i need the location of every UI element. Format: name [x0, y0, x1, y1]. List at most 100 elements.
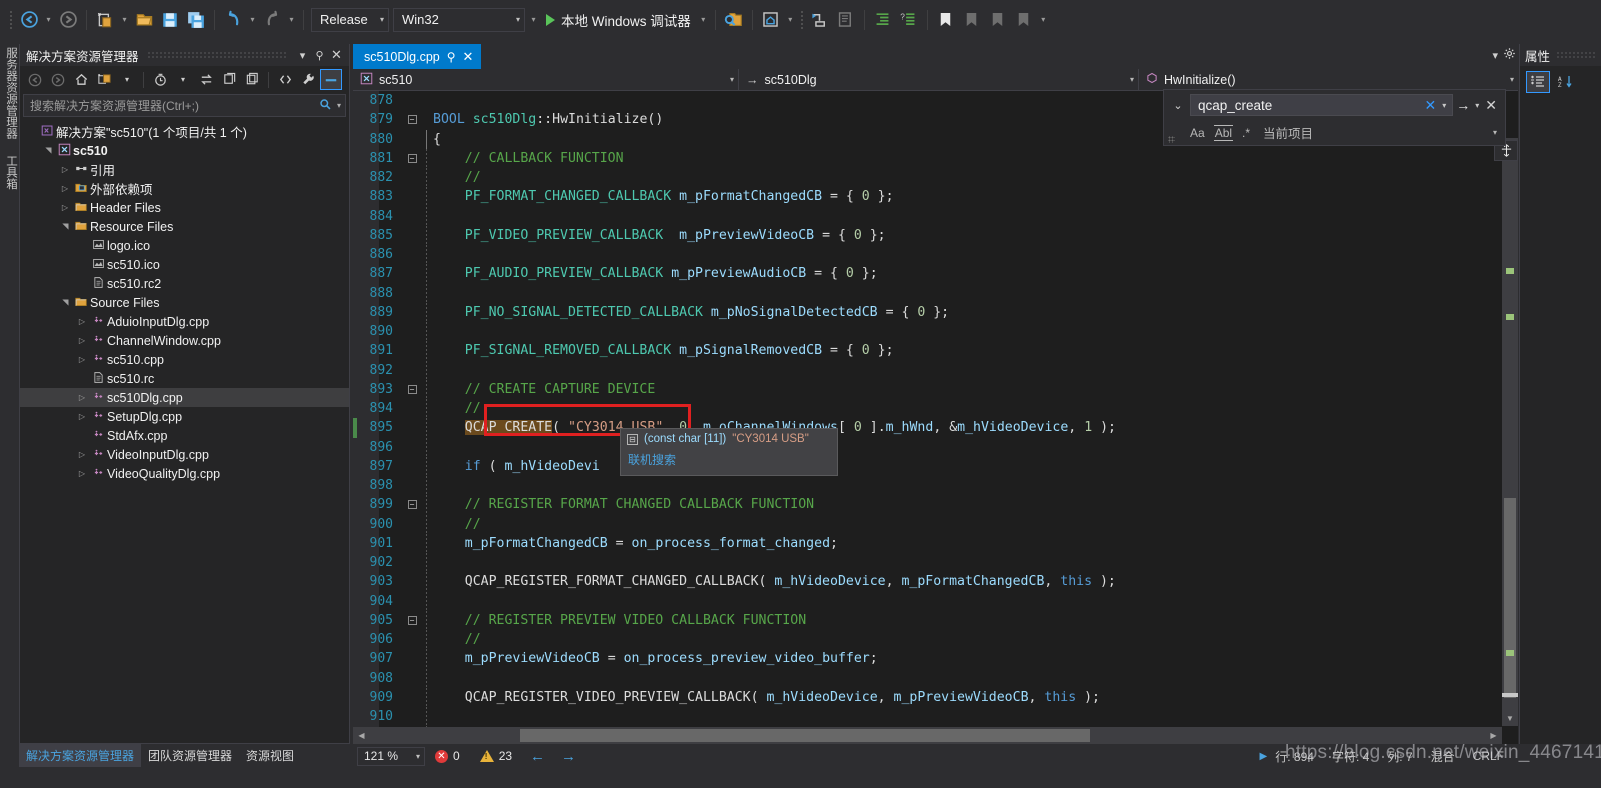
chevron-down-icon[interactable]: ▾	[116, 69, 138, 90]
find-next-dropdown-icon[interactable]: ▾	[1473, 101, 1481, 110]
search-icon[interactable]	[319, 98, 332, 114]
expander-expand-icon[interactable]: ▷	[75, 336, 89, 345]
refresh-icon[interactable]	[218, 69, 240, 90]
clear-search-icon[interactable]: ✕	[1422, 97, 1440, 114]
tree-item-[interactable]: ▷ 引用	[20, 160, 349, 179]
code-line[interactable]: 891 PF_SIGNAL_REMOVED_CALLBACK m_pSignal…	[353, 341, 1518, 361]
back-icon[interactable]	[24, 69, 46, 90]
tree-item-resource-files[interactable]: ◢ Resource Files	[20, 217, 349, 236]
code-line[interactable]: 905− // REGISTER PREVIEW VIDEO CALLBACK …	[353, 610, 1518, 631]
solution-platform-combo[interactable]: Win32 ▾	[393, 7, 525, 32]
code-line[interactable]: 906 //	[353, 630, 1518, 650]
previous-issue-icon[interactable]: ←	[522, 748, 553, 765]
collapse-all-icon[interactable]	[241, 69, 263, 90]
code-line[interactable]: 896	[353, 437, 1518, 458]
find-in-files-icon[interactable]	[721, 7, 747, 33]
code-line[interactable]: 883 PF_FORMAT_CHANGED_CALLBACK m_pFormat…	[353, 187, 1518, 207]
fold-collapse-icon[interactable]: −	[401, 384, 423, 394]
expander-expand-icon[interactable]: ▷	[75, 393, 89, 402]
document-tab-sc510dlg-cpp[interactable]: sc510Dlg.cpp ⚲ ✕	[353, 44, 482, 69]
toolbar-grip[interactable]	[797, 9, 807, 31]
scroll-down-icon[interactable]: ▼	[1502, 710, 1518, 726]
home-solution-dropdown[interactable]: ▾	[784, 7, 797, 33]
bookmark-next-icon[interactable]	[985, 7, 1011, 33]
fold-collapse-icon[interactable]: −	[401, 615, 423, 625]
code-line[interactable]: 904	[353, 591, 1518, 612]
expand-icon[interactable]: ⊟	[627, 433, 638, 445]
tree-item-setupdlg-cpp[interactable]: ▷ SetupDlg.cpp	[20, 407, 349, 426]
solution-configuration-combo[interactable]: Release ▾	[311, 7, 389, 32]
use-regex-icon[interactable]: .*	[1242, 126, 1250, 140]
nav-project-dropdown[interactable]: sc510 ▾	[353, 69, 739, 90]
tree-item-videoqualitydlg-cpp[interactable]: ▷ VideoQualityDlg.cpp	[20, 464, 349, 483]
navigate-forward-icon[interactable]	[55, 7, 81, 33]
tree-item-sc510-ico[interactable]: sc510.ico	[20, 255, 349, 274]
fold-collapse-icon[interactable]: −	[401, 115, 423, 125]
expander-collapse-icon[interactable]: ◢	[44, 144, 53, 158]
show-properties-window-icon[interactable]	[320, 69, 342, 90]
step-into-icon[interactable]	[807, 7, 833, 33]
find-scope-chevron-icon[interactable]: ▾	[1493, 128, 1505, 137]
expander-collapse-icon[interactable]: ◢	[61, 296, 70, 310]
save-icon[interactable]	[157, 7, 183, 33]
vertical-scroll-thumb[interactable]	[1504, 498, 1516, 698]
forward-icon[interactable]	[47, 69, 69, 90]
expander-expand-icon[interactable]: ▷	[75, 450, 89, 459]
panel-tab-1[interactable]: 团队资源管理器	[141, 744, 239, 767]
gear-icon[interactable]	[1503, 47, 1516, 63]
tree-item-sc510-1-1[interactable]: 解决方案"sc510"(1 个项目/共 1 个)	[20, 122, 349, 141]
code-line[interactable]: 909 QCAP_REGISTER_VIDEO_PREVIEW_CALLBACK…	[353, 687, 1518, 708]
tree-item-videoinputdlg-cpp[interactable]: ▷ VideoInputDlg.cpp	[20, 445, 349, 464]
panel-drag-dots[interactable]	[1556, 52, 1596, 58]
tree-item-sc510-cpp[interactable]: ▷ sc510.cpp	[20, 350, 349, 369]
toolbar-overflow-button[interactable]: ▾	[1037, 7, 1050, 33]
panel-tab-0[interactable]: 解决方案资源管理器	[19, 744, 142, 767]
code-line[interactable]: 894 //	[353, 399, 1518, 419]
code-line[interactable]: 897 if ( m_hVideoDevi	[353, 456, 1518, 477]
expander-expand-icon[interactable]: ▷	[75, 355, 89, 364]
code-surface[interactable]: 878 879− BOOL sc510Dlg::HwInitialize() 880{…	[353, 91, 1518, 744]
panel-drag-dots[interactable]	[146, 52, 286, 58]
toolbar-grip[interactable]	[6, 9, 16, 31]
properties-wrench-icon[interactable]	[297, 69, 319, 90]
close-icon[interactable]: ✕	[328, 46, 345, 64]
error-count-item[interactable]: ✕ 0	[425, 749, 470, 763]
redo-dropdown[interactable]: ▾	[285, 7, 298, 33]
tree-item-stdafx-cpp[interactable]: StdAfx.cpp	[20, 426, 349, 445]
tree-item-aduioinputdlg-cpp[interactable]: ▷ AduioInputDlg.cpp	[20, 312, 349, 331]
zoom-level-combo[interactable]: 121 % ▾	[357, 746, 425, 766]
pin-icon[interactable]: ⚲	[311, 46, 328, 64]
code-line[interactable]: 907 m_pPreviewVideoCB = on_process_previ…	[353, 649, 1518, 669]
nav-class-dropdown[interactable]: → sc510Dlg ▾	[739, 69, 1139, 90]
indent-icon[interactable]	[870, 7, 896, 33]
search-options-chevron-icon[interactable]: ▾	[337, 101, 341, 110]
code-line[interactable]: 885 PF_VIDEO_PREVIEW_CALLBACK m_pPreview…	[353, 225, 1518, 246]
bookmark-clear-icon[interactable]	[1011, 7, 1037, 33]
fold-collapse-icon[interactable]: −	[401, 153, 423, 163]
find-next-icon[interactable]: →	[1453, 97, 1473, 113]
expander-collapse-icon[interactable]: ◢	[61, 220, 70, 234]
scroll-left-icon[interactable]: ◀	[353, 731, 370, 740]
solution-explorer-search[interactable]: 搜索解决方案资源管理器(Ctrl+;) ▾	[23, 94, 346, 117]
pending-changes-icon[interactable]	[93, 69, 115, 90]
find-scope-label[interactable]: 当前项目	[1263, 123, 1313, 142]
expander-expand-icon[interactable]: ▷	[58, 184, 72, 193]
code-line[interactable]: 888	[353, 283, 1518, 304]
tree-item-header-files[interactable]: ▷ Header Files	[20, 198, 349, 217]
expander-expand-icon[interactable]: ▷	[58, 165, 72, 174]
bookmark-previous-icon[interactable]	[959, 7, 985, 33]
code-line[interactable]: 898	[353, 476, 1518, 496]
expander-expand-icon[interactable]: ▷	[58, 203, 72, 212]
tree-item-sc510-rc[interactable]: sc510.rc	[20, 369, 349, 388]
tree-item-sc510[interactable]: ◢ sc510	[20, 141, 349, 160]
find-input[interactable]: qcap_create ✕ ▾	[1190, 94, 1454, 116]
panel-menu-icon[interactable]: ▾	[294, 46, 311, 64]
redo-icon[interactable]	[259, 7, 285, 33]
code-line[interactable]: 899− // REGISTER FORMAT CHANGED CALLBACK…	[353, 495, 1518, 515]
comment-block-icon[interactable]	[833, 7, 859, 33]
status-expand-icon[interactable]: ▶	[1252, 751, 1276, 762]
expander-expand-icon[interactable]: ▷	[75, 469, 89, 478]
alphabetical-view-icon[interactable]: AZ	[1553, 71, 1577, 93]
code-line[interactable]: 882 //	[353, 168, 1518, 188]
nav-member-dropdown[interactable]: HwInitialize() ▾	[1139, 69, 1518, 90]
